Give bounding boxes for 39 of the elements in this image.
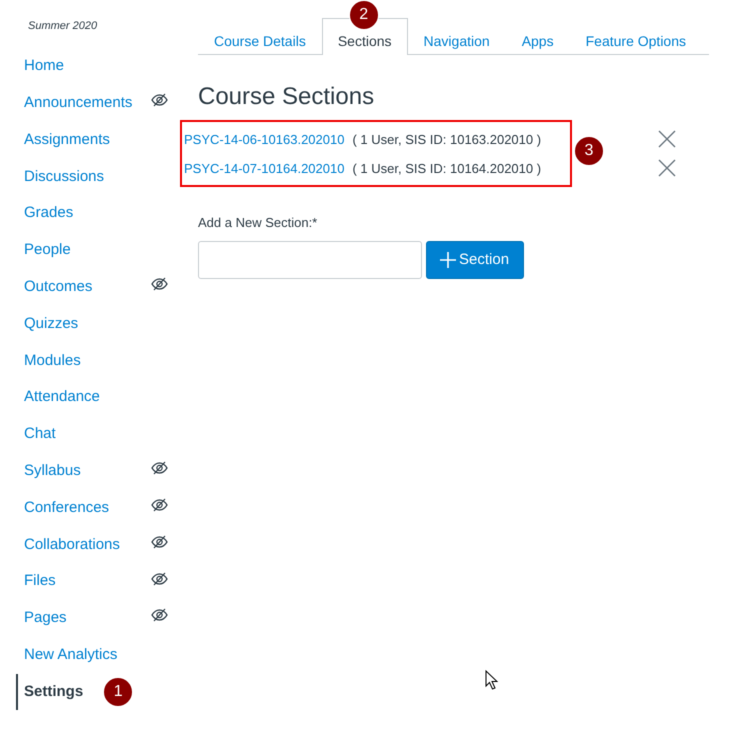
plus-icon <box>439 251 457 270</box>
sidebar-link[interactable]: People <box>24 239 71 262</box>
section-info: ( 1 User, SIS ID: 10163.202010 ) <box>352 130 542 149</box>
callout-badge: 1 <box>103 676 134 707</box>
sidebar-link[interactable]: Announcements <box>24 92 132 114</box>
sidebar-link[interactable]: Assignments <box>24 128 110 152</box>
sidebar-link[interactable]: Chat <box>24 423 56 446</box>
callout-badge: 2 <box>348 0 379 30</box>
tab[interactable]: Apps <box>506 18 570 55</box>
mouse-pointer-icon <box>485 670 499 690</box>
tab[interactable]: Feature Options <box>570 18 702 55</box>
sidebar-link[interactable]: Attendance <box>24 386 100 409</box>
sidebar-link[interactable]: Conferences <box>24 496 110 520</box>
sidebar-link[interactable]: New Analytics <box>24 644 118 666</box>
term-label: Summer 2020 <box>27 19 98 32</box>
field-label: Add a New Section:* <box>198 214 318 232</box>
tab[interactable]: Navigation <box>408 18 506 55</box>
section-name-field[interactable] <box>198 241 422 280</box>
tab[interactable]: Sections <box>322 18 408 55</box>
sidebar-link[interactable]: Discussions <box>24 166 104 188</box>
sidebar-link[interactable]: Settings <box>24 680 84 704</box>
close-icon[interactable] <box>658 130 676 148</box>
callout-badge: 3 <box>574 136 604 166</box>
sidebar-link[interactable]: Files <box>24 570 56 593</box>
section-link[interactable]: PSYC-14-07-10164.202010 <box>184 158 344 178</box>
add-section-button[interactable]: Section <box>426 241 524 280</box>
tab[interactable]: Course Details <box>198 18 322 55</box>
section-info: ( 1 User, SIS ID: 10164.202010 ) <box>352 160 542 178</box>
sidebar-link[interactable]: Grades <box>24 202 74 225</box>
sidebar-link[interactable]: Quizzes <box>24 312 78 336</box>
sidebar-link[interactable]: Home <box>24 55 64 78</box>
sidebar-link[interactable]: Outcomes <box>24 276 92 298</box>
sidebar-link[interactable]: Modules <box>24 350 81 372</box>
sidebar-link[interactable]: Syllabus <box>24 460 81 482</box>
close-icon[interactable] <box>658 159 676 178</box>
sidebar-link[interactable]: Pages <box>24 607 67 630</box>
sidebar-link[interactable]: Collaborations <box>24 534 120 556</box>
section-link[interactable]: PSYC-14-06-10163.202010 <box>184 130 344 150</box>
page-heading: Course Sections <box>198 83 376 112</box>
